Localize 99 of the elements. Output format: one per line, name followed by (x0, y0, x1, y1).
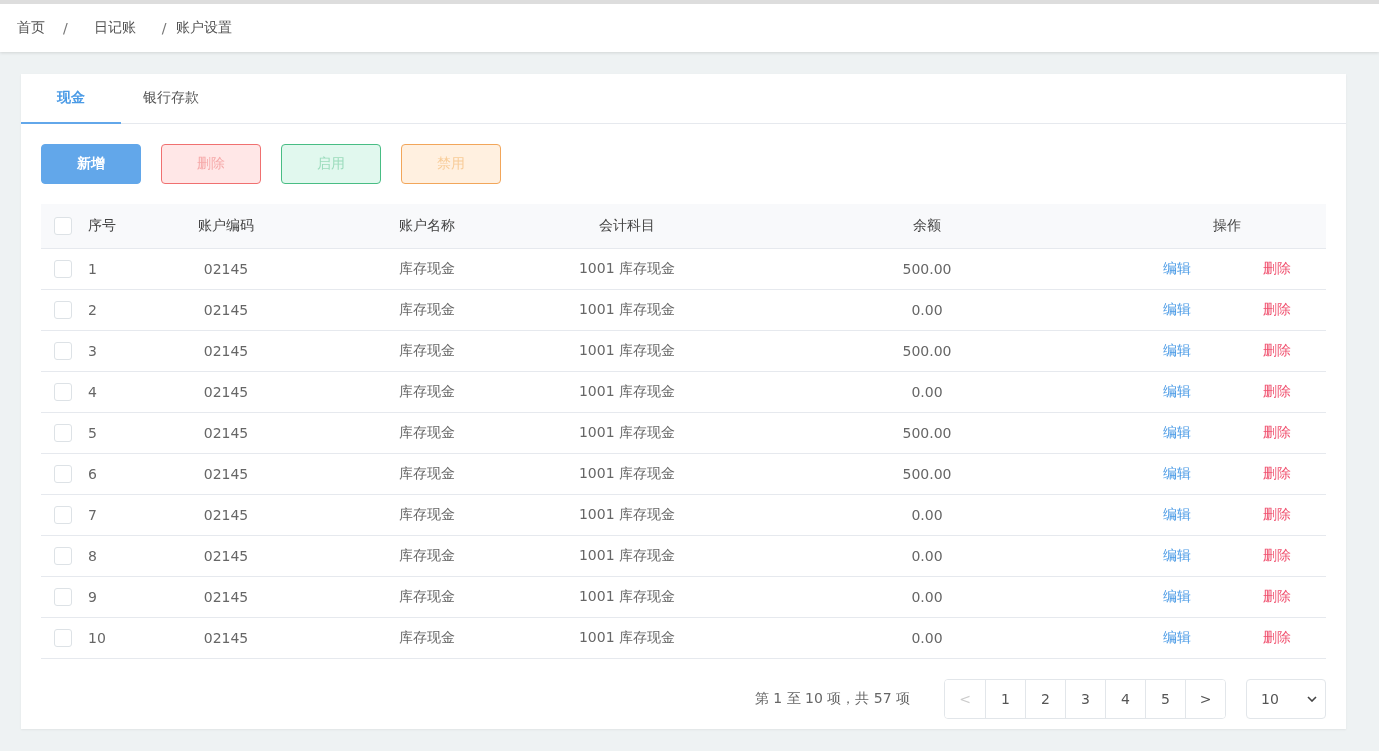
table-cell-text: 0.00 (910, 507, 944, 523)
table-cell-text: 1001 库存现金 (577, 301, 677, 319)
table-cell-text: 500.00 (901, 343, 953, 359)
select-all-checkbox[interactable] (54, 217, 72, 235)
delete-link[interactable]: 删除 (1263, 301, 1291, 319)
edit-link[interactable]: 编辑 (1163, 424, 1191, 442)
page-size-select[interactable]: 10 (1246, 679, 1326, 719)
table-cell-text: 0.00 (910, 630, 944, 646)
table-cell-text: 库存现金 (398, 383, 456, 401)
row-checkbox[interactable] (54, 506, 72, 524)
chevron-down-icon (1307, 696, 1317, 702)
breadcrumb-item: 账户设置 (176, 19, 233, 37)
table-cell-text: 0.00 (910, 384, 944, 400)
delete-link[interactable]: 删除 (1263, 588, 1291, 606)
table-cell-text: 02145 (202, 630, 250, 646)
table-cell-text: 02145 (202, 343, 250, 359)
table-cell-text: 02145 (202, 425, 250, 441)
table-cell-text: 0.00 (910, 302, 944, 318)
table-cell-text: 500.00 (901, 425, 953, 441)
edit-link[interactable]: 编辑 (1163, 506, 1191, 524)
table-cell-text: 库存现金 (398, 547, 456, 565)
table-cell-text: 0.00 (910, 589, 944, 605)
column-header: 账户编码 (197, 217, 255, 235)
edit-link[interactable]: 编辑 (1163, 342, 1191, 360)
row-checkbox[interactable] (54, 547, 72, 565)
table-cell-text: 2 (87, 302, 98, 318)
column-header: 会计科目 (598, 217, 656, 235)
delete-link[interactable]: 删除 (1263, 424, 1291, 442)
row-checkbox[interactable] (54, 629, 72, 647)
table-cell-text: 1001 库存现金 (577, 465, 677, 483)
row-checkbox[interactable] (54, 588, 72, 606)
breadcrumb-item[interactable]: 首页 (17, 19, 45, 37)
tab[interactable]: 银行存款 (121, 74, 221, 124)
table-cell-text: 02145 (202, 589, 250, 605)
table-cell-text: 1001 库存现金 (577, 506, 677, 524)
table-cell-text: 0.00 (910, 548, 944, 564)
table-cell-text: 库存现金 (398, 465, 456, 483)
table-cell-text: 1001 库存现金 (577, 547, 677, 565)
tab[interactable]: 现金 (21, 74, 121, 124)
breadcrumb-item[interactable]: 日记账 (93, 19, 136, 37)
table-cell-text: 02145 (202, 548, 250, 564)
row-checkbox[interactable] (54, 383, 72, 401)
table-cell-text: 10 (87, 630, 107, 646)
table-cell-text: 1001 库存现金 (577, 424, 677, 442)
next-page-button[interactable]: > (1185, 680, 1225, 718)
table-cell-text: 9 (87, 589, 98, 605)
row-checkbox[interactable] (54, 342, 72, 360)
table-cell-text: 02145 (202, 466, 250, 482)
table-cell-text: 1001 库存现金 (577, 383, 677, 401)
table-cell-text: 02145 (202, 507, 250, 523)
table-cell-text: 库存现金 (398, 629, 456, 647)
pagination-summary: 第 1 至 10 项，共 57 项 (754, 690, 910, 708)
table-cell-text: 02145 (202, 302, 250, 318)
table-cell-text: 1001 库存现金 (577, 588, 677, 606)
table-cell-text: 库存现金 (398, 588, 456, 606)
row-checkbox[interactable] (54, 260, 72, 278)
column-header: 序号 (87, 217, 117, 235)
delete-link[interactable]: 删除 (1263, 629, 1291, 647)
table-cell-text: 02145 (202, 261, 250, 277)
column-header: 操作 (1212, 217, 1242, 235)
edit-link[interactable]: 编辑 (1163, 588, 1191, 606)
table-cell-text: 库存现金 (398, 260, 456, 278)
table-cell-text: 库存现金 (398, 342, 456, 360)
delete-link[interactable]: 删除 (1263, 342, 1291, 360)
row-checkbox[interactable] (54, 424, 72, 442)
table-cell-text: 4 (87, 384, 98, 400)
table-cell-text: 8 (87, 548, 98, 564)
delete-link[interactable]: 删除 (1263, 260, 1291, 278)
edit-link[interactable]: 编辑 (1163, 301, 1191, 319)
table-cell-text: 库存现金 (398, 301, 456, 319)
table-cell-text: 1 (87, 261, 98, 277)
table-cell-text: 500.00 (901, 466, 953, 482)
column-header: 账户名称 (398, 217, 456, 235)
row-checkbox[interactable] (54, 301, 72, 319)
table-cell-text: 1001 库存现金 (577, 342, 677, 360)
breadcrumb-separator: / (161, 20, 167, 36)
table-cell-text: 1001 库存现金 (577, 629, 677, 647)
delete-link[interactable]: 删除 (1263, 465, 1291, 483)
primary-action-button[interactable]: 新增 (41, 144, 141, 184)
table-cell-text: 5 (87, 425, 98, 441)
delete-link[interactable]: 删除 (1263, 383, 1291, 401)
table-cell-text: 02145 (202, 384, 250, 400)
delete-link[interactable]: 删除 (1263, 547, 1291, 565)
table-cell-text: 3 (87, 343, 98, 359)
edit-link[interactable]: 编辑 (1163, 547, 1191, 565)
delete-link[interactable]: 删除 (1263, 506, 1291, 524)
table-cell-text: 1001 库存现金 (577, 260, 677, 278)
edit-link[interactable]: 编辑 (1163, 260, 1191, 278)
edit-link[interactable]: 编辑 (1163, 629, 1191, 647)
table-cell-text: 500.00 (901, 261, 953, 277)
table-cell-text: 7 (87, 507, 98, 523)
table-cell-text: 库存现金 (398, 506, 456, 524)
row-checkbox[interactable] (54, 465, 72, 483)
edit-link[interactable]: 编辑 (1163, 465, 1191, 483)
column-header: 余额 (912, 217, 942, 235)
table-cell-text: 库存现金 (398, 424, 456, 442)
edit-link[interactable]: 编辑 (1163, 383, 1191, 401)
breadcrumb-separator: / (63, 20, 68, 36)
table-cell-text: 6 (87, 466, 98, 482)
